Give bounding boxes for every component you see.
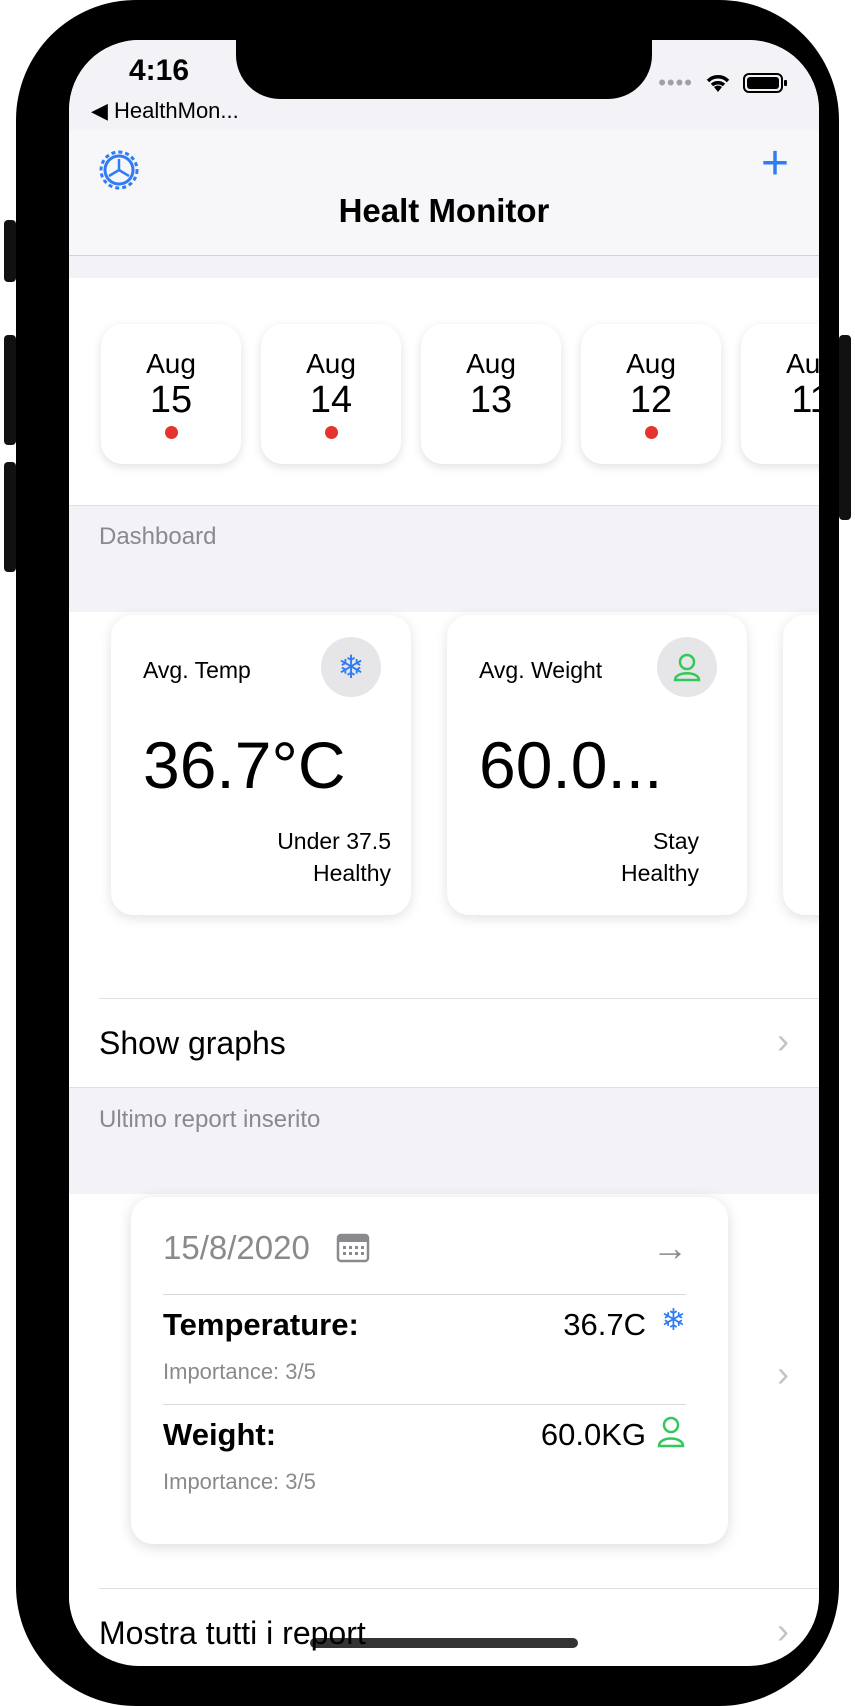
weight-importance: Importance: 3/5	[163, 1469, 316, 1494]
volume-up-button	[4, 335, 16, 445]
dashboard-header: Dashboard	[99, 523, 217, 550]
day-number: 15	[149, 379, 193, 421]
divider	[163, 1294, 686, 1295]
show-graphs-label[interactable]: Show graphs	[99, 1025, 286, 1062]
phone-frame: 4:16 ◀ HealthMon... •••• Healt Monitor +…	[4, 0, 851, 1706]
report-dot	[324, 426, 338, 439]
day-card[interactable]: Aug 12	[581, 324, 721, 464]
avg-weight-card[interactable]: Avg. Weight 60.0... Stay Healthy	[447, 615, 747, 915]
day-month: Aug	[146, 348, 196, 379]
divider	[163, 1404, 686, 1405]
stat-card-partial[interactable]	[783, 615, 819, 915]
report-card[interactable]: 15/8/2020 → Temperature: 36.7C ❄ Importa…	[131, 1197, 728, 1544]
stat-note-line: Healthy	[621, 860, 699, 886]
signal-icon: ••••	[658, 70, 693, 95]
day-number: 12	[629, 379, 673, 421]
stat-label: Avg. Temp	[143, 657, 251, 683]
dashboard-section	[69, 505, 819, 613]
day-number: 13	[469, 379, 513, 421]
day-month: Aug	[466, 348, 516, 379]
person-icon	[657, 1416, 685, 1448]
weight-value: 60.0KG	[540, 1417, 646, 1452]
chevron-right-icon: ›	[777, 1610, 789, 1651]
add-report-button[interactable]: +	[761, 140, 789, 188]
day-card[interactable]: Aug 15	[101, 324, 241, 464]
last-report-section	[69, 1087, 819, 1195]
day-card[interactable]: Aug 11	[741, 324, 819, 464]
back-to-app-link[interactable]: ◀ HealthMon...	[91, 98, 239, 124]
stat-note-line: Healthy	[313, 860, 391, 886]
weight-label: Weight:	[163, 1417, 277, 1452]
report-dot	[644, 426, 658, 439]
day-number: 14	[309, 379, 353, 421]
stat-value: 36.7°C	[143, 728, 346, 802]
mute-switch	[4, 220, 16, 282]
day-number: 11	[791, 379, 819, 421]
spacer	[69, 256, 819, 278]
temperature-label: Temperature:	[163, 1307, 359, 1342]
battery-icon	[743, 73, 787, 93]
stat-note: Under 37.5 Healthy	[277, 825, 391, 889]
settings-gear-icon[interactable]	[99, 150, 139, 190]
screen: 4:16 ◀ HealthMon... •••• Healt Monitor +…	[69, 40, 819, 1666]
avg-temp-card[interactable]: Avg. Temp ❄ 36.7°C Under 37.5 Healthy	[111, 615, 411, 915]
snowflake-icon: ❄	[321, 637, 381, 697]
day-card[interactable]: Aug 13	[421, 324, 561, 464]
divider	[99, 1588, 819, 1589]
temperature-importance: Importance: 3/5	[163, 1359, 316, 1384]
stat-note-line: Under 37.5	[277, 828, 391, 854]
report-dot	[164, 426, 178, 439]
notch	[236, 40, 652, 99]
stat-note: Stay Healthy	[621, 825, 699, 889]
person-icon	[657, 637, 717, 697]
status-icons: ••••	[658, 70, 789, 96]
page-title: Healt Monitor	[338, 192, 550, 229]
stat-label: Avg. Weight	[479, 657, 603, 683]
home-indicator[interactable]	[310, 1638, 578, 1648]
chevron-right-icon: ›	[777, 1353, 789, 1394]
stat-value: 60.0...	[479, 728, 663, 802]
arrow-right-icon[interactable]: →	[652, 1227, 688, 1269]
chevron-right-icon: ›	[777, 1020, 789, 1061]
calendar-icon	[336, 1233, 370, 1263]
status-time: 4:16	[129, 54, 190, 87]
day-card[interactable]: Aug 14	[261, 324, 401, 464]
report-date: 15/8/2020	[163, 1229, 310, 1266]
day-month: Aug	[786, 348, 819, 379]
power-button	[839, 335, 851, 520]
wifi-icon	[706, 75, 730, 92]
snowflake-icon: ❄	[660, 1304, 686, 1337]
volume-down-button	[4, 462, 16, 572]
stat-note-line: Stay	[652, 828, 699, 854]
last-report-header: Ultimo report inserito	[99, 1106, 321, 1133]
day-month: Aug	[306, 348, 356, 379]
day-month: Aug	[626, 348, 676, 379]
temperature-value: 36.7C	[563, 1307, 646, 1342]
